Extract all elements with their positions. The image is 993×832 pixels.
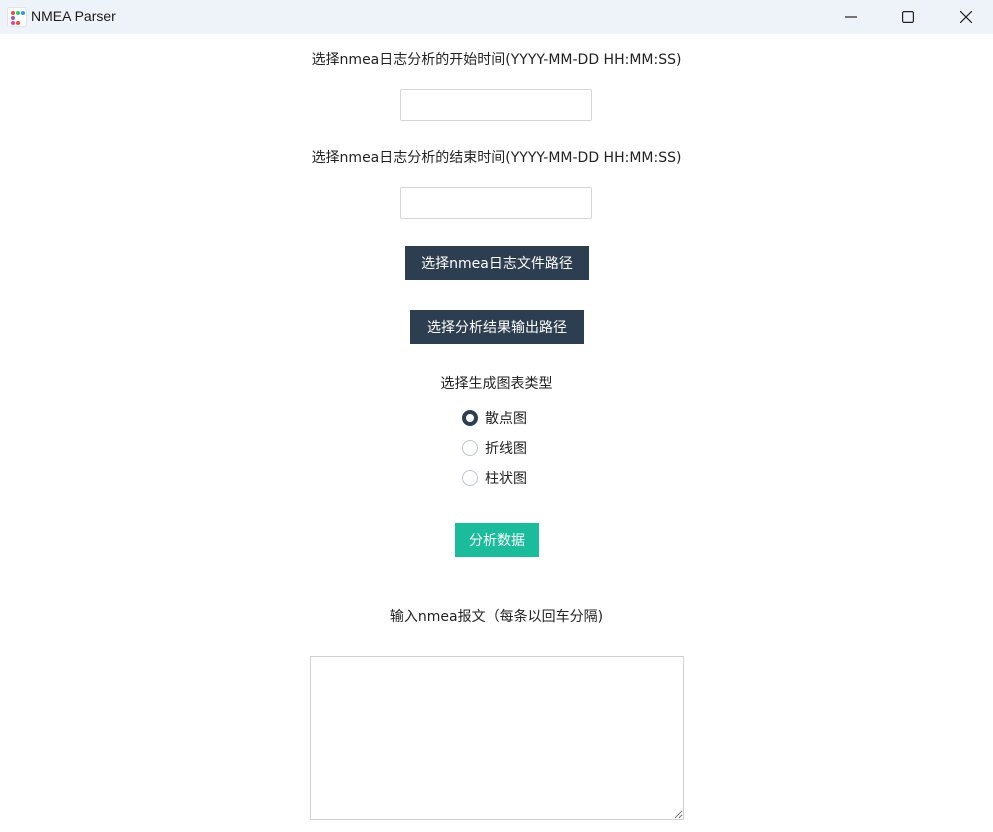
app-logo-icon bbox=[7, 7, 27, 27]
radio-bar[interactable]: 柱状图 bbox=[462, 468, 527, 488]
radio-scatter[interactable]: 散点图 bbox=[462, 408, 527, 428]
minimize-icon bbox=[845, 16, 857, 18]
start-time-label: 选择nmea日志分析的开始时间(YYYY-MM-DD HH:MM:SS) bbox=[311, 52, 682, 68]
radio-line[interactable]: 折线图 bbox=[462, 438, 527, 458]
select-output-path-button[interactable]: 选择分析结果输出路径 bbox=[410, 310, 584, 344]
main-content: 选择nmea日志分析的开始时间(YYYY-MM-DD HH:MM:SS) 选择n… bbox=[0, 34, 993, 832]
close-button[interactable] bbox=[937, 0, 993, 34]
end-time-label: 选择nmea日志分析的结束时间(YYYY-MM-DD HH:MM:SS) bbox=[311, 150, 682, 166]
nmea-input-textarea[interactable] bbox=[310, 656, 684, 820]
radio-scatter-label: 散点图 bbox=[485, 411, 527, 427]
end-time-input[interactable] bbox=[400, 187, 592, 219]
close-icon bbox=[960, 11, 972, 23]
radio-scatter-indicator[interactable] bbox=[462, 410, 478, 426]
select-log-path-button[interactable]: 选择nmea日志文件路径 bbox=[405, 246, 589, 280]
chart-type-label: 选择生成图表类型 bbox=[440, 376, 553, 392]
title-bar: NMEA Parser bbox=[0, 0, 993, 34]
analyze-button[interactable]: 分析数据 bbox=[455, 523, 539, 557]
radio-line-indicator[interactable] bbox=[462, 440, 478, 456]
radio-line-label: 折线图 bbox=[485, 441, 527, 457]
window-title: NMEA Parser bbox=[31, 8, 116, 24]
maximize-icon bbox=[902, 11, 914, 23]
radio-bar-indicator[interactable] bbox=[462, 470, 478, 486]
maximize-button[interactable] bbox=[879, 0, 937, 34]
radio-bar-label: 柱状图 bbox=[485, 471, 527, 487]
start-time-input[interactable] bbox=[400, 89, 592, 121]
nmea-input-label: 输入nmea报文（每条以回车分隔) bbox=[389, 609, 604, 625]
minimize-button[interactable] bbox=[822, 0, 880, 34]
